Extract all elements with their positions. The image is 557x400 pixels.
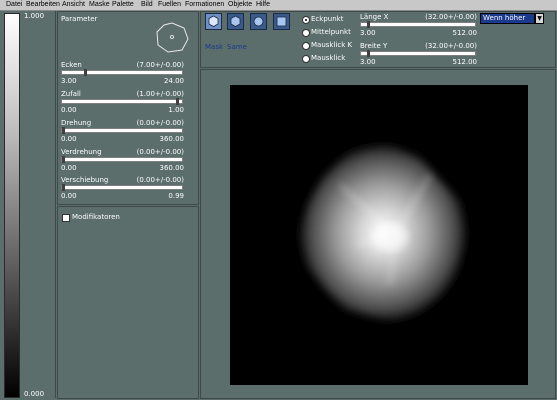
shape-circle-button[interactable] xyxy=(250,13,267,30)
slider-laenge-x-thumb[interactable] xyxy=(367,21,370,28)
shape-polygon-button[interactable] xyxy=(205,13,222,30)
slider-verschiebung[interactable]: Verschiebung (0.00+/-0.00) 0.00 0.99 xyxy=(60,176,184,204)
parameter-title: Parameter xyxy=(61,15,98,23)
slider-verdrehung-thumb[interactable] xyxy=(62,156,65,163)
hexagon-icon xyxy=(230,15,241,27)
shape-square-button[interactable] xyxy=(273,13,290,30)
mask-label[interactable]: Mask xyxy=(205,43,223,51)
menu-bar: Datei Bearbeiten Ansicht Maske Palette B… xyxy=(0,0,557,11)
menu-ansicht[interactable]: Ansicht xyxy=(62,0,85,10)
blend-mode-select[interactable]: Wenn höher xyxy=(480,13,535,24)
slider-breite-y-max: 512.00 xyxy=(452,58,478,66)
slider-verdrehung-value: (0.00+/-0.00) xyxy=(136,148,184,156)
slider-ecken-value: (7.00+/-0.00) xyxy=(136,61,184,69)
slider-ecken-thumb[interactable] xyxy=(84,69,87,76)
slider-drehung[interactable]: Drehung (0.00+/-0.00) 0.00 360.00 xyxy=(60,119,184,147)
slider-verdrehung-track[interactable] xyxy=(61,157,183,162)
slider-drehung-max: 360.00 xyxy=(159,135,185,143)
slider-ecken-track[interactable] xyxy=(61,70,183,75)
slider-breite-y[interactable]: Breite Y (32.00+/-0.00) 3.00 512.00 xyxy=(359,42,477,70)
slider-zufall-value: (1.00+/-0.00) xyxy=(136,90,184,98)
square-icon xyxy=(276,16,287,27)
slider-verschiebung-thumb[interactable] xyxy=(62,184,65,191)
same-label[interactable]: Same xyxy=(227,43,247,51)
slider-verschiebung-label: Verschiebung xyxy=(61,176,109,184)
polygon-icon xyxy=(208,15,219,27)
slider-verdrehung-max: 360.00 xyxy=(159,164,185,172)
slider-laenge-x[interactable]: Länge X (32.00+/-0.00) 3.00 512.00 xyxy=(359,13,477,41)
slider-zufall-min: 0.00 xyxy=(61,106,77,114)
slider-zufall-label: Zufall xyxy=(61,90,81,98)
slider-drehung-min: 0.00 xyxy=(61,135,77,143)
slider-drehung-label: Drehung xyxy=(61,119,92,127)
option-mittelpunkt-radio[interactable] xyxy=(302,29,310,37)
slider-verschiebung-min: 0.00 xyxy=(61,192,77,200)
slider-drehung-track[interactable] xyxy=(61,128,183,133)
menu-maske[interactable]: Maske xyxy=(89,0,110,10)
slider-laenge-x-min: 3.00 xyxy=(360,29,376,37)
option-mausklick-k-radio[interactable] xyxy=(302,42,310,50)
slider-verschiebung-value: (0.00+/-0.00) xyxy=(136,176,184,184)
slider-breite-y-thumb[interactable] xyxy=(367,50,370,57)
slider-verschiebung-track[interactable] xyxy=(61,185,183,190)
slider-verdrehung-min: 0.00 xyxy=(61,164,77,172)
option-mittelpunkt-label: Mittelpunkt xyxy=(311,28,351,36)
slider-breite-y-value: (32.00+/-0.00) xyxy=(425,42,477,50)
slider-drehung-thumb[interactable] xyxy=(62,127,65,134)
gradient-bottom-label: 0.000 xyxy=(24,390,45,398)
heightmap-canvas[interactable] xyxy=(230,85,528,385)
slider-ecken-label: Ecken xyxy=(61,61,82,69)
option-mausklick-k-label: Mausklick K xyxy=(311,41,353,49)
polygon-preview-icon xyxy=(156,22,189,53)
slider-verdrehung[interactable]: Verdrehung (0.00+/-0.00) 0.00 360.00 xyxy=(60,148,184,176)
slider-laenge-x-value: (32.00+/-0.00) xyxy=(425,13,477,21)
shape-hexagon-button[interactable] xyxy=(227,13,244,30)
chevron-down-icon[interactable]: ▼ xyxy=(535,13,544,24)
slider-zufall[interactable]: Zufall (1.00+/-0.00) 0.00 1.00 xyxy=(60,90,184,118)
slider-zufall-track[interactable] xyxy=(61,99,183,104)
option-mausklick-radio[interactable] xyxy=(302,55,310,63)
modifikatoren-panel xyxy=(57,206,199,399)
slider-laenge-x-max: 512.00 xyxy=(452,29,478,37)
menu-fuellen[interactable]: Fuellen xyxy=(158,0,181,10)
slider-zufall-thumb[interactable] xyxy=(176,98,179,105)
menu-hilfe[interactable]: Hilfe xyxy=(256,0,270,10)
slider-drehung-value: (0.00+/-0.00) xyxy=(136,119,184,127)
option-eckpunkt-label: Eckpunkt xyxy=(311,15,344,23)
slider-breite-y-label: Breite Y xyxy=(360,42,388,50)
menu-palette[interactable]: Palette xyxy=(112,0,134,10)
option-eckpunkt-radio[interactable] xyxy=(302,16,310,24)
slider-laenge-x-label: Länge X xyxy=(360,13,389,21)
slider-breite-y-min: 3.00 xyxy=(360,58,376,66)
modifikatoren-label: Modifikatoren xyxy=(72,213,120,221)
slider-breite-y-track[interactable] xyxy=(360,51,476,56)
slider-laenge-x-track[interactable] xyxy=(360,22,476,27)
menu-objekte[interactable]: Objekte xyxy=(228,0,252,10)
slider-ecken-min: 3.00 xyxy=(61,77,77,85)
menu-datei[interactable]: Datei xyxy=(6,0,22,10)
slider-zufall-max: 1.00 xyxy=(168,106,184,114)
option-mausklick-label: Mausklick xyxy=(311,54,346,62)
menu-bearbeiten[interactable]: Bearbeiten xyxy=(26,0,60,10)
slider-ecken[interactable]: Ecken (7.00+/-0.00) 3.00 24.00 xyxy=(60,61,184,89)
gradient-top-label: 1.000 xyxy=(24,12,45,20)
gradient-bar[interactable] xyxy=(4,13,20,398)
slider-ecken-max: 24.00 xyxy=(163,77,184,85)
circle-icon xyxy=(253,16,264,27)
menu-formationen[interactable]: Formationen xyxy=(185,0,224,10)
heightmap-image xyxy=(298,143,468,323)
menu-bild[interactable]: Bild xyxy=(141,0,153,10)
modifikatoren-checkbox[interactable] xyxy=(62,214,70,222)
slider-verdrehung-label: Verdrehung xyxy=(61,148,102,156)
slider-verschiebung-max: 0.99 xyxy=(168,192,184,200)
